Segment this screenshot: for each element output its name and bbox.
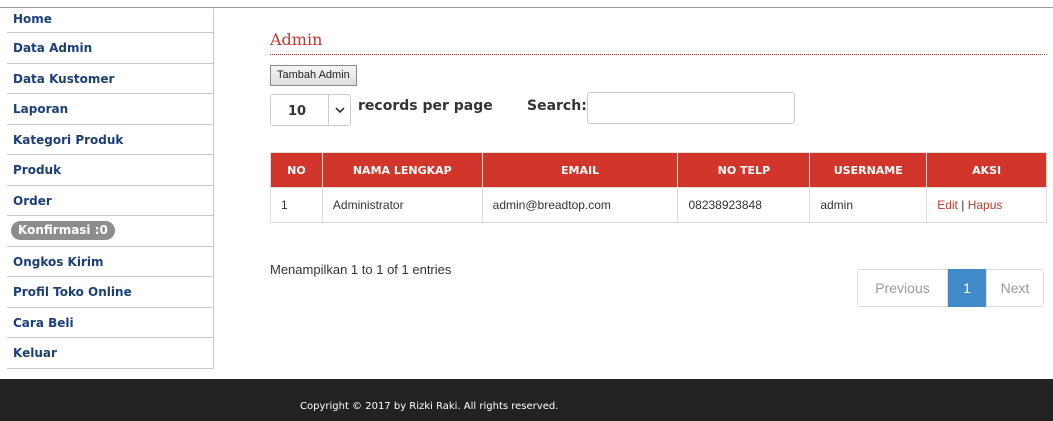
next-page-button[interactable]: Next bbox=[986, 269, 1044, 307]
cell-telp: 08238923848 bbox=[677, 187, 811, 223]
table-header-row: NO NAMA LENGKAP EMAIL NO TELP USERNAME A… bbox=[270, 152, 1047, 188]
column-header-email[interactable]: EMAIL bbox=[481, 152, 679, 188]
admin-table: NO NAMA LENGKAP EMAIL NO TELP USERNAME A… bbox=[270, 152, 1047, 223]
page-title: Admin bbox=[270, 30, 1047, 55]
sidebar-item-keluar[interactable]: Keluar bbox=[7, 338, 213, 369]
sidebar-item-kategori-produk[interactable]: Kategori Produk bbox=[7, 124, 213, 155]
add-admin-button[interactable]: Tambah Admin bbox=[270, 65, 357, 86]
previous-page-button[interactable]: Previous bbox=[857, 269, 948, 307]
sidebar-item-ongkos-kirim[interactable]: Ongkos Kirim bbox=[7, 246, 213, 277]
footer: Copyright © 2017 by Rizki Raki. All righ… bbox=[0, 379, 1053, 421]
page-size-value: 10 bbox=[288, 104, 307, 119]
column-header-nama-lengkap[interactable]: NAMA LENGKAP bbox=[321, 152, 483, 188]
edit-link[interactable]: Edit bbox=[937, 198, 958, 212]
records-per-page-label: records per page bbox=[358, 98, 493, 114]
top-divider bbox=[0, 7, 1053, 8]
konfirmasi-badge[interactable]: Konfirmasi :0 bbox=[11, 220, 115, 240]
sidebar: Home Data Admin Data Kustomer Laporan Ka… bbox=[7, 9, 214, 369]
cell-aksi: Edit | Hapus bbox=[926, 187, 1047, 223]
sidebar-item-cara-beli[interactable]: Cara Beli bbox=[7, 307, 213, 338]
hapus-link[interactable]: Hapus bbox=[968, 198, 1003, 212]
cell-username: admin bbox=[809, 187, 928, 223]
sidebar-item-data-admin[interactable]: Data Admin bbox=[7, 33, 213, 64]
chevron-down-icon[interactable] bbox=[328, 95, 350, 125]
table-controls: 10 records per page Search: bbox=[270, 92, 1047, 132]
sidebar-item-data-kustomer[interactable]: Data Kustomer bbox=[7, 63, 213, 94]
cell-email: admin@breadtop.com bbox=[481, 187, 679, 223]
search-label: Search: bbox=[527, 98, 587, 114]
cell-no: 1 bbox=[270, 187, 323, 223]
column-header-no-telp[interactable]: NO TELP bbox=[677, 152, 811, 188]
main-content: Admin Tambah Admin 10 records per page S… bbox=[270, 30, 1047, 132]
sidebar-item-konfirmasi[interactable]: Konfirmasi :0 bbox=[7, 216, 213, 247]
search-input[interactable] bbox=[587, 92, 795, 124]
pagination: Previous 1 Next bbox=[857, 269, 1044, 307]
cell-nama: Administrator bbox=[321, 187, 483, 223]
table-row: 1 Administrator admin@breadtop.com 08238… bbox=[270, 187, 1047, 223]
sidebar-item-order[interactable]: Order bbox=[7, 185, 213, 216]
sidebar-item-produk[interactable]: Produk bbox=[7, 155, 213, 186]
sidebar-item-home[interactable]: Home bbox=[7, 9, 213, 33]
column-header-aksi[interactable]: AKSI bbox=[926, 152, 1047, 188]
entries-info: Menampilkan 1 to 1 of 1 entries bbox=[270, 262, 452, 277]
column-header-no[interactable]: NO bbox=[270, 152, 323, 188]
sidebar-item-laporan[interactable]: Laporan bbox=[7, 94, 213, 125]
page-size-select[interactable]: 10 bbox=[270, 94, 351, 126]
copyright-text: Copyright © 2017 by Rizki Raki. All righ… bbox=[300, 401, 559, 412]
sidebar-item-profil-toko-online[interactable]: Profil Toko Online bbox=[7, 277, 213, 308]
column-header-username[interactable]: USERNAME bbox=[809, 152, 928, 188]
action-separator: | bbox=[961, 198, 965, 212]
page-1-button[interactable]: 1 bbox=[948, 269, 986, 307]
